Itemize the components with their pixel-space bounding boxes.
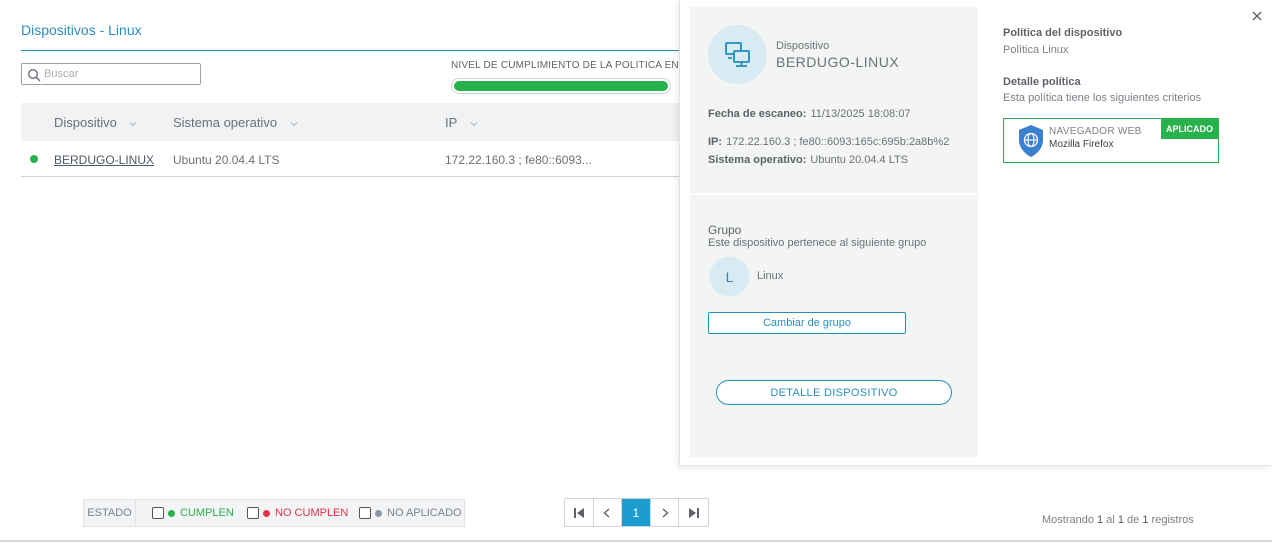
policy-criterion-card: NAVEGADOR WEB Mozilla Firefox APLICADO — [1003, 118, 1219, 163]
filter-cumplen[interactable]: CUMPLEN — [152, 505, 234, 521]
records-sep1: al — [1106, 514, 1115, 526]
search-icon — [27, 68, 41, 82]
records-sep2: de — [1127, 514, 1140, 526]
table-row[interactable]: BERDUGO-LINUX Ubuntu 20.04.4 LTS 172.22.… — [21, 141, 701, 177]
group-subtitle: Este dispositivo pertenece al siguiente … — [708, 237, 927, 249]
group-avatar: L — [709, 256, 750, 297]
legend-title: ESTADO — [84, 500, 136, 526]
filter-label: CUMPLEN — [180, 507, 234, 519]
policy-heading: Política del dispositivo — [1003, 27, 1123, 39]
compliance-progress-bar — [451, 78, 671, 94]
page-title: Dispositivos - Linux — [21, 22, 142, 38]
os-label: Sistema operativo: — [708, 154, 807, 166]
records-from: 1 — [1097, 514, 1104, 526]
applied-badge: APLICADO — [1161, 119, 1218, 139]
device-name-link[interactable]: BERDUGO-LINUX — [54, 153, 154, 167]
chevron-down-icon — [290, 121, 298, 126]
device-summary-card: Dispositivo BERDUGO-LINUX Fecha de escan… — [690, 7, 978, 457]
scan-date: Fecha de escaneo: 11/13/2025 18:08:07 — [708, 108, 911, 120]
filter-no-aplicado[interactable]: NO APLICADO — [359, 505, 462, 521]
compliance-label: NIVEL DE CUMPLIMIENTO DE LA POLÍTICA EN … — [451, 60, 679, 71]
search-input[interactable] — [44, 66, 194, 82]
filter-label: NO APLICADO — [387, 507, 462, 519]
group-title: Grupo — [708, 223, 742, 237]
device-os-info: Sistema operativo: Ubuntu 20.04.4 LTS — [708, 154, 908, 166]
bottom-divider — [0, 540, 1272, 542]
filter-no-cumplen[interactable]: NO CUMPLEN — [247, 505, 348, 521]
policy-detail-text: Esta política tiene los siguientes crite… — [1003, 92, 1202, 104]
status-legend: ESTADO CUMPLEN NO CUMPLEN NO APLICADO — [83, 499, 465, 527]
table-header: Dispositivo Sistema operativo IP — [21, 103, 701, 141]
shield-globe-icon — [1019, 125, 1043, 157]
status-dot — [30, 155, 38, 163]
os-value: Ubuntu 20.04.4 LTS — [810, 154, 909, 166]
device-detail-panel: Dispositivo BERDUGO-LINUX Fecha de escan… — [679, 0, 1272, 466]
filter-label: NO CUMPLEN — [275, 507, 349, 519]
ip-label: IP: — [708, 136, 723, 148]
checkbox[interactable] — [152, 507, 164, 519]
close-icon[interactable] — [1250, 9, 1264, 23]
group-name: Linux — [757, 270, 784, 282]
policy-detail-heading: Detalle política — [1003, 76, 1081, 88]
legend-dot-red — [263, 509, 270, 517]
device-avatar — [708, 25, 767, 84]
device-ip: 172.22.160.3 ; fe80::6093... — [445, 153, 592, 167]
first-page-button[interactable] — [565, 499, 594, 526]
ip-value: 172.22.160.3 ; fe80::6093:165c:695b:2a8b… — [726, 136, 950, 148]
scan-date-value: 11/13/2025 18:08:07 — [810, 108, 911, 120]
change-group-button[interactable]: Cambiar de grupo — [708, 312, 906, 334]
legend-dot-green — [168, 509, 175, 517]
column-header-os[interactable]: Sistema operativo — [173, 115, 299, 130]
records-prefix: Mostrando — [1042, 514, 1094, 526]
chevron-left-icon — [603, 507, 610, 518]
search-box[interactable] — [21, 63, 201, 85]
chevron-down-icon — [470, 121, 478, 126]
first-page-icon — [573, 507, 584, 518]
device-kicker: Dispositivo — [776, 40, 830, 52]
computer-network-icon — [724, 41, 750, 67]
next-page-button[interactable] — [651, 499, 680, 526]
checkbox[interactable] — [359, 507, 371, 519]
records-to: 1 — [1117, 514, 1124, 526]
device-os: Ubuntu 20.04.4 LTS — [173, 153, 280, 167]
chevron-down-icon — [130, 121, 137, 126]
card-divider — [690, 193, 978, 195]
device-name: BERDUGO-LINUX — [776, 54, 900, 70]
title-divider — [21, 50, 701, 51]
legend-dot-gray — [375, 509, 382, 517]
last-page-button[interactable] — [679, 499, 708, 526]
device-detail-button[interactable]: DETALLE DISPOSITIVO — [716, 380, 952, 405]
criterion-title: NAVEGADOR WEB — [1049, 126, 1142, 137]
column-header-label: Dispositivo — [54, 115, 117, 130]
policy-name: Política Linux — [1003, 44, 1069, 56]
checkbox[interactable] — [247, 507, 259, 519]
pagination: 1 — [564, 498, 709, 527]
compliance-progress-fill — [454, 81, 668, 91]
column-header-device[interactable]: Dispositivo — [54, 115, 138, 130]
page-button[interactable]: 1 — [622, 499, 651, 526]
records-total: 1 — [1142, 514, 1149, 526]
last-page-icon — [688, 507, 699, 518]
column-header-label: IP — [445, 115, 458, 130]
records-suffix: registros — [1151, 514, 1194, 526]
prev-page-button[interactable] — [594, 499, 623, 526]
criterion-value: Mozilla Firefox — [1049, 139, 1114, 150]
scan-date-label: Fecha de escaneo: — [708, 108, 807, 120]
device-ip-info: IP: 172.22.160.3 ; fe80::6093:165c:695b:2… — [708, 136, 949, 148]
column-header-label: Sistema operativo — [173, 115, 278, 130]
records-summary: Mostrando 1 al 1 de 1 registros — [1042, 514, 1194, 526]
chevron-right-icon — [662, 507, 669, 518]
column-header-ip[interactable]: IP — [445, 115, 479, 130]
